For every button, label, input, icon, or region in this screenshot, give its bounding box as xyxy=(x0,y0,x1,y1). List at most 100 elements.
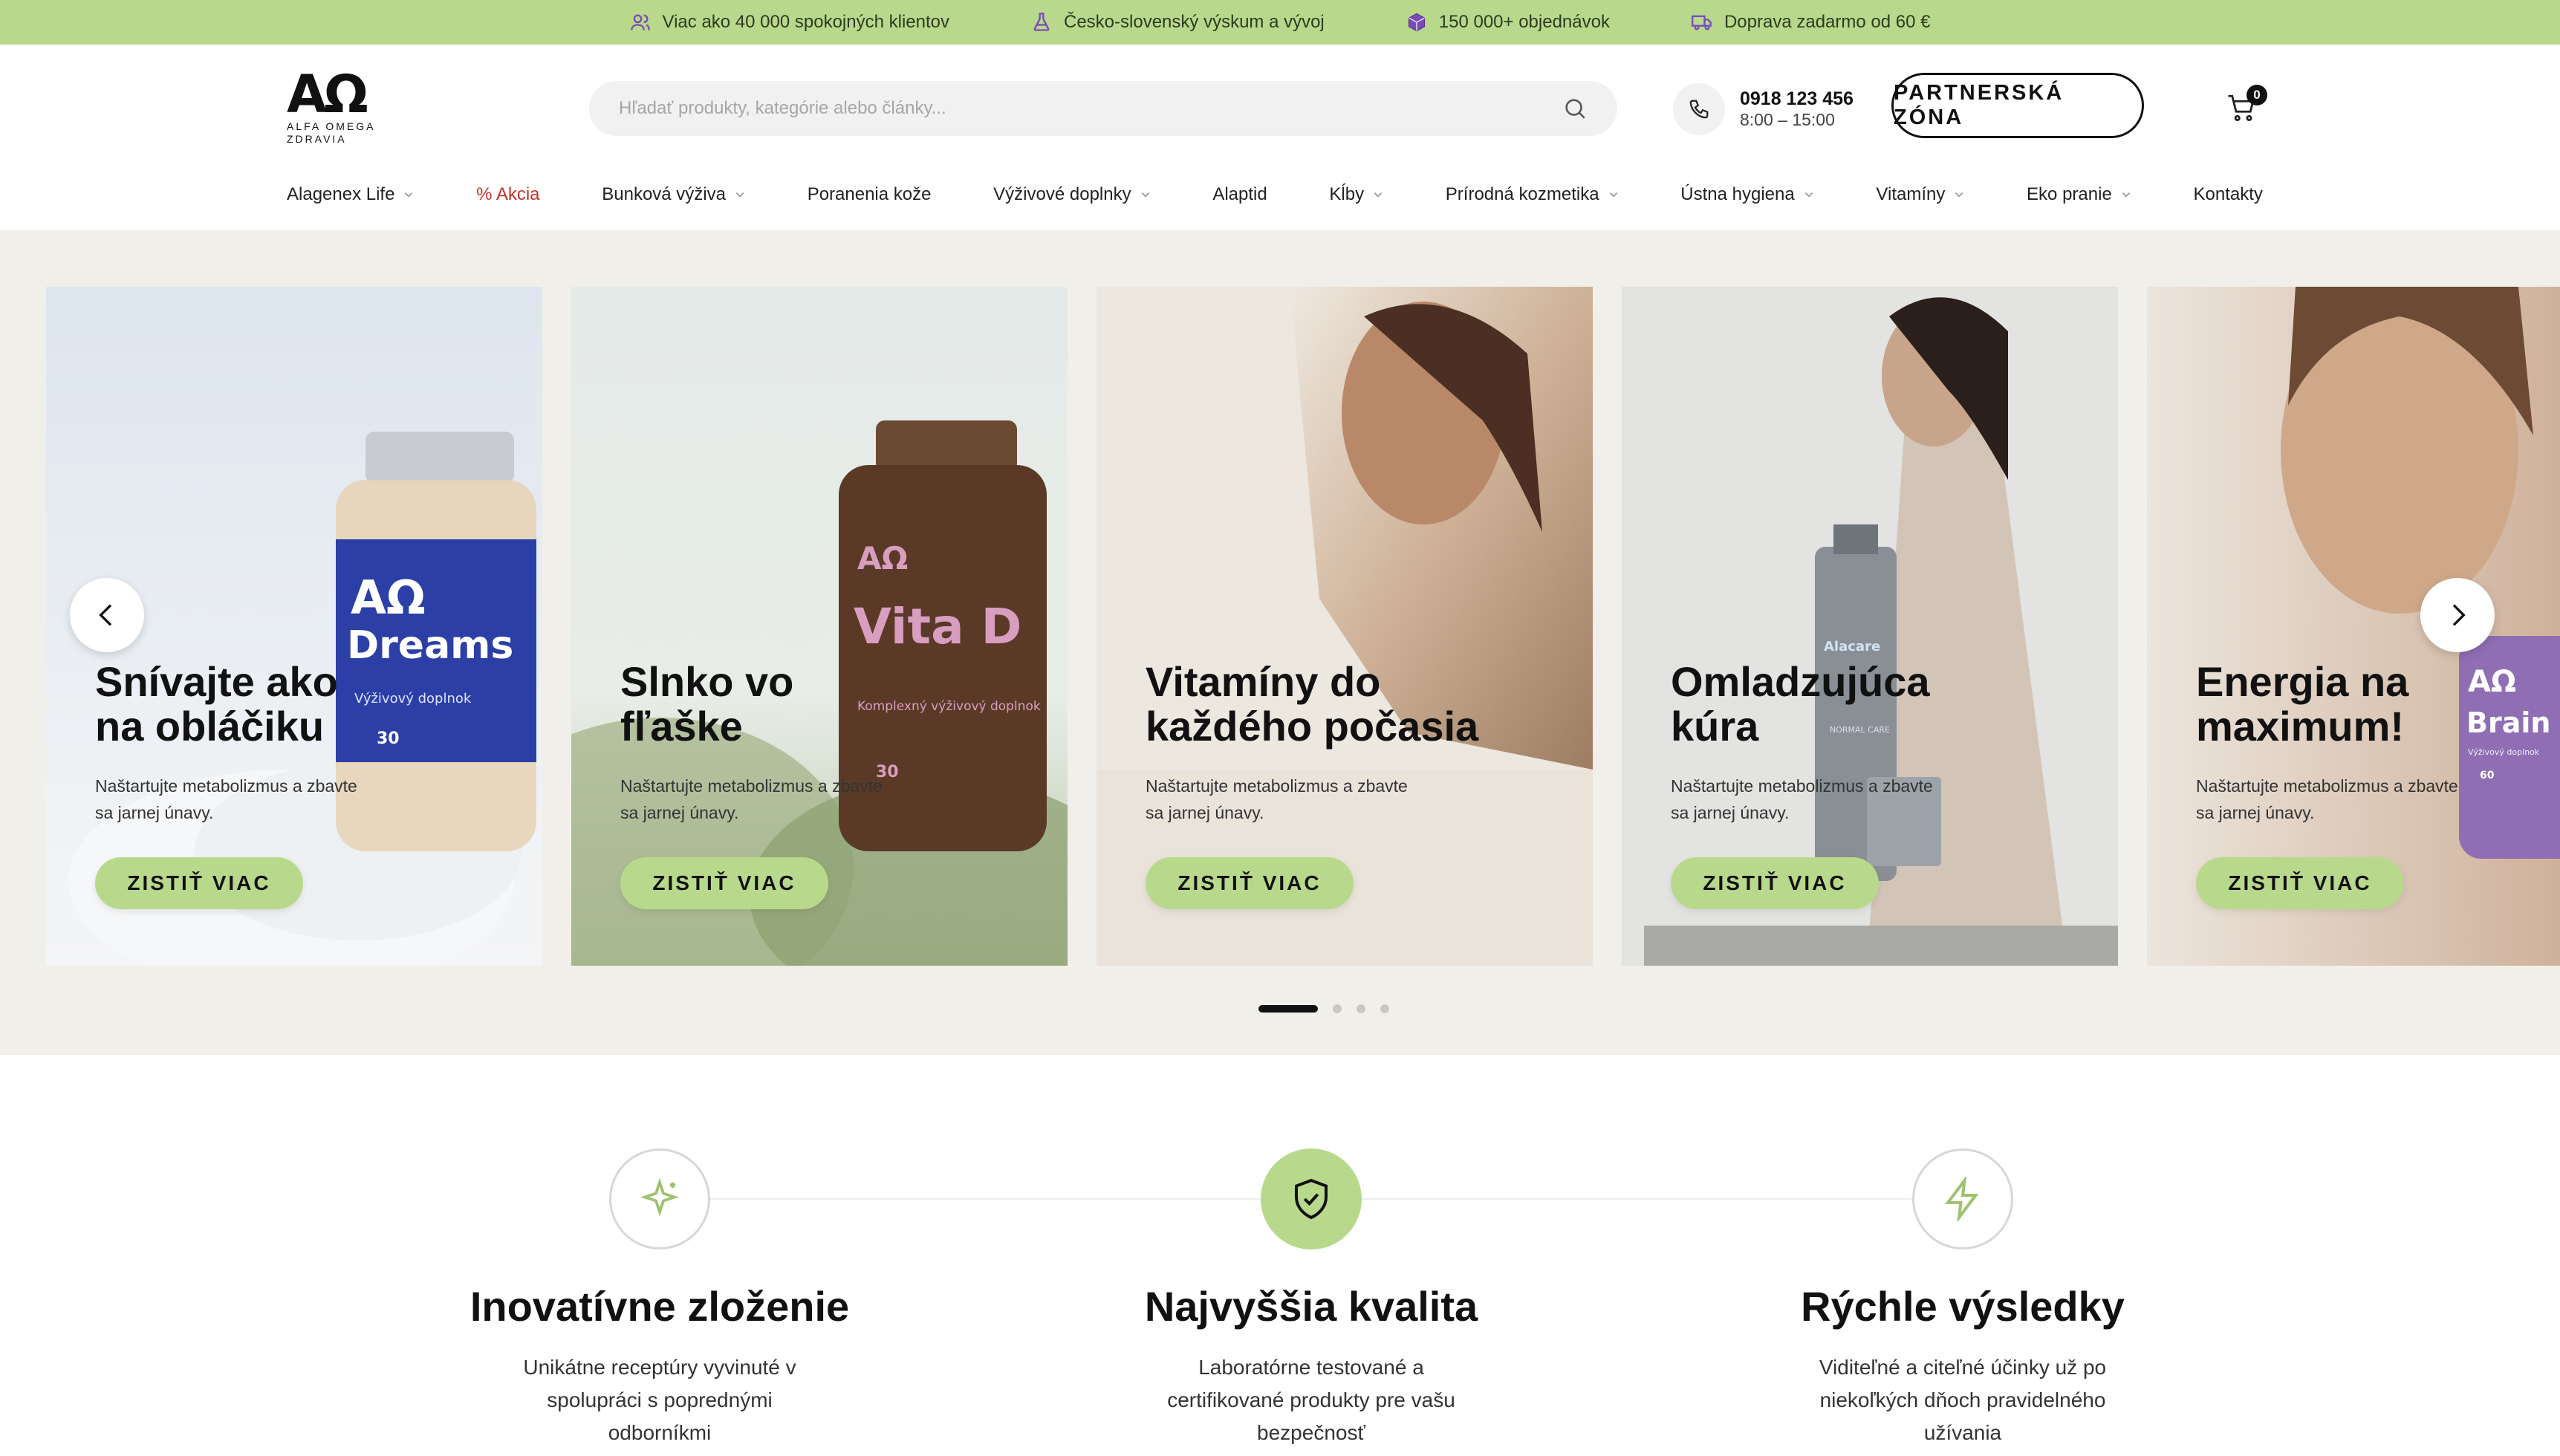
product-sub: Výživový doplnok xyxy=(354,691,472,706)
learn-more-button[interactable]: ZISTIŤ VIAC xyxy=(620,857,828,909)
nav-item-label: Kontakty xyxy=(2193,184,2263,204)
nav-item-poranenia-koze[interactable]: Poranenia kože xyxy=(808,184,932,205)
promo-text: Doprava zadarmo od 60 € xyxy=(1724,12,1931,32)
feature-item: Rýchle výsledky Viditeľné a citeľné účin… xyxy=(1703,1148,2223,1449)
learn-more-button[interactable]: ZISTIŤ VIAC xyxy=(2196,857,2404,909)
promo-item-orders: 150 000+ objednávok xyxy=(1406,12,1610,33)
card-title: Snívajte ako na obláčiku xyxy=(95,658,338,750)
promo-text: 150 000+ objednávok xyxy=(1438,12,1610,32)
nav-item-akcia[interactable]: % Akcia xyxy=(476,184,539,205)
card-desc: Naštartujte metabolizmus a zbavte sa jar… xyxy=(1146,776,1408,822)
nav-item-label: Bunková výživa xyxy=(602,184,726,204)
truck-icon xyxy=(1691,15,1712,30)
partner-zone-button[interactable]: PARTNERSKÁ ZÓNA xyxy=(1891,73,2144,138)
phone-icon xyxy=(1689,100,1709,119)
phone-text: 0918 123 456 8:00 – 15:00 xyxy=(1740,88,1854,130)
phone-hours: 8:00 – 15:00 xyxy=(1740,110,1835,129)
card-title: Slnko vo fľaške xyxy=(620,658,794,750)
nav-item-vitaminy[interactable]: Vitamíny xyxy=(1876,184,1964,205)
promo-text: Viac ako 40 000 spokojných klientov xyxy=(662,12,949,32)
chevron-down-icon xyxy=(405,192,413,198)
carousel-dot[interactable] xyxy=(1380,1004,1389,1013)
chevron-down-icon xyxy=(1374,192,1383,198)
nav-item-kiby[interactable]: Kĺby xyxy=(1329,184,1383,205)
logo[interactable]: ΑΩ ALFA OMEGA ZDRAVIA xyxy=(287,68,391,150)
nav-item-label: Alaptid xyxy=(1212,184,1267,204)
nav-item-label: Prírodná kozmetika xyxy=(1445,184,1599,204)
features-section: Inovatívne zloženie Unikátne receptúry v… xyxy=(0,1055,2560,1456)
feature-title: Rýchle výsledky xyxy=(1801,1283,2125,1330)
chevron-right-icon xyxy=(2452,604,2466,626)
logo-text: ALFA OMEGA ZDRAVIA xyxy=(287,120,375,145)
card-title: Omladzujúca kúra xyxy=(1671,658,1930,750)
promo-text: Česko-slovenský výskum a vývoj xyxy=(1064,12,1325,32)
nav-item-label: Ústna hygiena xyxy=(1680,184,1795,204)
phone-contact[interactable]: 0918 123 456 8:00 – 15:00 xyxy=(1673,83,1854,135)
promo-item-research: Česko-slovenský výskum a vývoj xyxy=(1031,12,1325,33)
card-desc: Naštartujte metabolizmus a zbavte sa jar… xyxy=(620,776,883,822)
nav-item-label: Výživové doplnky xyxy=(993,184,1131,204)
product-count: 60 xyxy=(2480,770,2495,781)
feature-desc: Laboratórne testované a certifikované pr… xyxy=(1167,1356,1455,1444)
chevron-down-icon xyxy=(1955,192,1963,198)
users-icon xyxy=(630,14,650,30)
feature-title: Inovatívne zloženie xyxy=(470,1283,850,1330)
card-title: Energia na maximum! xyxy=(2196,658,2409,750)
hero-card[interactable]: Vitamíny do každého počasia Naštartujte … xyxy=(1097,287,1593,966)
carousel-prev-button[interactable] xyxy=(70,578,144,652)
product-name: Brain xyxy=(2466,706,2550,739)
hero-card[interactable]: Alacare NORMAL CARE Omladzujúca kúra Naš… xyxy=(1622,287,2118,966)
nav-item-bunkova-vyziva[interactable]: Bunková výživa xyxy=(602,184,745,205)
learn-more-button[interactable]: ZISTIŤ VIAC xyxy=(95,857,303,909)
nav-item-prirodna-kozmetika[interactable]: Prírodná kozmetika xyxy=(1446,184,1619,205)
hero-card[interactable]: ΑΩ Vita D Komplexný výživový doplnok 30 … xyxy=(571,287,1068,966)
nav-item-label: Vitamíny xyxy=(1876,184,1946,204)
flask-icon xyxy=(1033,13,1050,31)
nav-item-label: Eko pranie xyxy=(2027,184,2112,204)
feature-icon-wrap xyxy=(1261,1148,1362,1249)
carousel-dot[interactable] xyxy=(1333,1004,1342,1013)
search-bar xyxy=(589,81,1617,136)
search-input[interactable] xyxy=(619,98,1562,119)
chevron-left-icon xyxy=(99,604,112,626)
site-header: ΑΩ ALFA OMEGA ZDRAVIA 0918 123 456 8:00 … xyxy=(0,45,2560,230)
chevron-down-icon xyxy=(735,192,744,198)
nav-item-alagenex-life[interactable]: Alagenex Life xyxy=(287,184,414,205)
product-sub: Komplexný výživový doplnok xyxy=(857,699,1041,714)
promo-item-clients: Viac ako 40 000 spokojných klientov xyxy=(630,12,949,33)
cart-button[interactable]: 0 xyxy=(2226,85,2267,128)
carousel-next-button[interactable] xyxy=(2420,578,2495,652)
carousel-dot[interactable] xyxy=(1357,1004,1365,1013)
phone-number: 0918 123 456 xyxy=(1740,88,1854,109)
cart-count-badge: 0 xyxy=(2247,85,2267,105)
phone-icon-wrap xyxy=(1673,83,1725,135)
nav-item-vyzivove-doplnky[interactable]: Výživové doplnky xyxy=(993,184,1150,205)
carousel-dot-active[interactable] xyxy=(1258,1005,1318,1013)
nav-item-label: % Akcia xyxy=(476,184,540,204)
product-sub: Výživový doplnok xyxy=(2468,747,2540,757)
card-desc: Naštartujte metabolizmus a zbavte sa jar… xyxy=(1671,776,1933,822)
sparkle-icon xyxy=(640,1177,679,1217)
logo-mark: ΑΩ xyxy=(287,64,368,125)
product-name: Vita D xyxy=(854,598,1021,655)
feature-desc: Unikátne receptúry vyvinuté v spolupráci… xyxy=(523,1356,796,1444)
nav-item-ustna-hygiena[interactable]: Ústna hygiena xyxy=(1680,184,1813,205)
feature-item: Inovatívne zloženie Unikátne receptúry v… xyxy=(400,1148,920,1449)
learn-more-button[interactable]: ZISTIŤ VIAC xyxy=(1146,857,1354,909)
nav-item-alaptid[interactable]: Alaptid xyxy=(1212,184,1267,205)
hero-carousel: ΑΩ Dreams Výživový doplnok 30 Snívajte a… xyxy=(0,230,2560,1055)
hero-card[interactable]: ΑΩ Brain Výživový doplnok 60 Energia na … xyxy=(2147,287,2560,966)
nav-item-eko-pranie[interactable]: Eko pranie xyxy=(2027,184,2131,205)
product-count: 30 xyxy=(377,729,400,748)
chevron-down-icon xyxy=(1141,192,1149,198)
box-icon xyxy=(1408,13,1425,32)
chevron-down-icon xyxy=(1609,192,1617,198)
search-icon[interactable] xyxy=(1562,96,1588,121)
card-desc: Naštartujte metabolizmus a zbavte sa jar… xyxy=(2196,776,2458,822)
main-nav: Alagenex Life % Akcia Bunková výživa Por… xyxy=(287,177,2263,212)
learn-more-button[interactable]: ZISTIŤ VIAC xyxy=(1671,857,1879,909)
product-name: Dreams xyxy=(347,623,513,668)
shield-check-icon xyxy=(1295,1178,1328,1220)
nav-item-kontakty[interactable]: Kontakty xyxy=(2194,184,2263,205)
product-brand: ΑΩ xyxy=(857,540,908,576)
